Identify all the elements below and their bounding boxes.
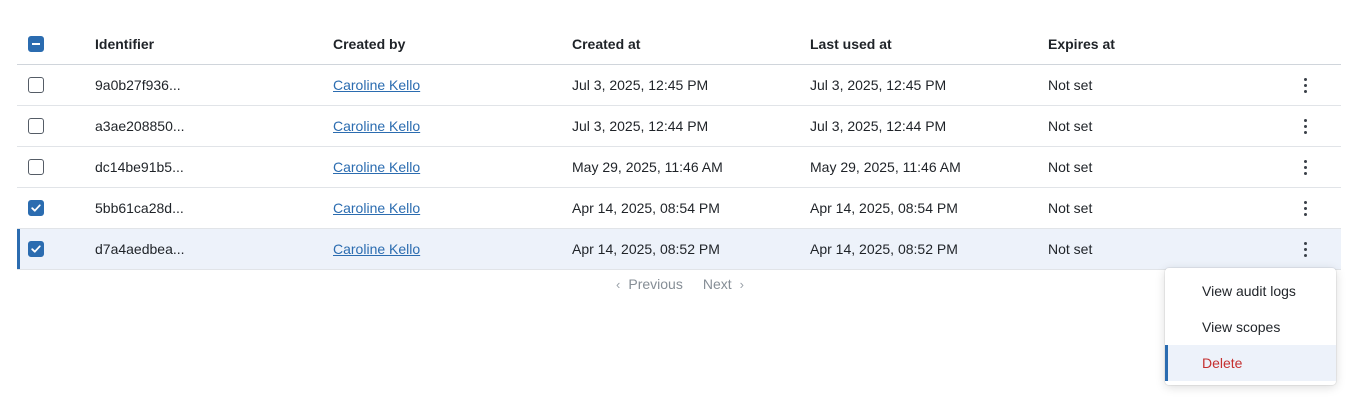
created-by-link[interactable]: Caroline Kello [333,241,420,257]
created-at-cell: Apr 14, 2025, 08:54 PM [572,200,720,216]
created-by-link[interactable]: Caroline Kello [333,159,420,175]
row-checkbox[interactable] [28,118,44,134]
actions-cell [1295,188,1315,228]
identifier-cell: 9a0b27f936... [95,77,181,93]
chevron-left-icon: ‹ [616,276,621,292]
created-at-cell: Jul 3, 2025, 12:45 PM [572,77,709,93]
minus-icon [32,43,40,45]
created-by-link[interactable]: Caroline Kello [333,200,420,216]
header-created-at[interactable]: Created at [572,24,640,64]
header-expires-at[interactable]: Expires at [1048,24,1115,64]
row-checkbox[interactable] [28,159,44,175]
header-created-by[interactable]: Created by [333,24,405,64]
expires-at-cell: Not set [1048,118,1093,134]
previous-page-button[interactable]: ‹ Previous [616,276,683,292]
identifier-cell: dc14be91b5... [95,159,184,175]
row-actions-menu: View audit logs View scopes Delete [1165,268,1336,385]
created-at-cell: May 29, 2025, 11:46 AM [572,159,723,175]
row-checkbox-cell [28,147,44,187]
created-by-cell: Caroline Kello [333,65,420,105]
actions-cell [1295,147,1315,187]
created-by-cell: Caroline Kello [333,106,420,146]
last-used-at-cell: May 29, 2025, 11:46 AM [810,159,961,175]
more-vertical-icon[interactable] [1300,156,1311,179]
table-row[interactable]: dc14be91b5... Caroline Kello May 29, 202… [17,147,1341,188]
identifier-cell: a3ae208850... [95,118,185,134]
checkmark-icon [31,245,41,253]
expires-at-cell: Not set [1048,241,1093,257]
menu-item-view-audit-logs[interactable]: View audit logs [1165,273,1336,309]
created-by-link[interactable]: Caroline Kello [333,118,420,134]
menu-item-delete[interactable]: Delete [1165,345,1336,381]
row-checkbox[interactable] [28,200,44,216]
created-by-cell: Caroline Kello [333,229,420,269]
actions-cell [1295,106,1315,146]
select-all-cell [28,24,44,64]
expires-at-cell: Not set [1048,200,1093,216]
row-checkbox-cell [28,188,44,228]
header-last-used-at[interactable]: Last used at [810,24,892,64]
expires-at-cell: Not set [1048,77,1093,93]
tokens-table: Identifier Created by Created at Last us… [17,24,1341,270]
identifier-cell: 5bb61ca28d... [95,200,184,216]
next-label: Next [702,276,732,292]
select-all-checkbox[interactable] [28,36,44,52]
more-vertical-icon[interactable] [1300,115,1311,138]
identifier-cell: d7a4aedbea... [95,241,185,257]
table-row[interactable]: a3ae208850... Caroline Kello Jul 3, 2025… [17,106,1341,147]
menu-item-view-scopes[interactable]: View scopes [1165,309,1336,345]
row-checkbox[interactable] [28,77,44,93]
row-checkbox-cell [28,106,44,146]
more-vertical-icon[interactable] [1300,197,1311,220]
table-row[interactable]: 5bb61ca28d... Caroline Kello Apr 14, 202… [17,188,1341,229]
pagination: ‹ Previous Next › [0,276,1360,292]
expires-at-cell: Not set [1048,159,1093,175]
next-page-button[interactable]: Next › [703,276,744,292]
chevron-right-icon: › [739,276,744,292]
row-checkbox[interactable] [28,241,44,257]
row-checkbox-cell [28,229,44,269]
header-identifier[interactable]: Identifier [95,24,154,64]
actions-cell [1295,229,1315,269]
more-vertical-icon[interactable] [1300,74,1311,97]
last-used-at-cell: Jul 3, 2025, 12:44 PM [810,118,947,134]
actions-cell [1295,65,1315,105]
last-used-at-cell: Jul 3, 2025, 12:45 PM [810,77,947,93]
table-row[interactable]: d7a4aedbea... Caroline Kello Apr 14, 202… [17,229,1341,270]
created-by-link[interactable]: Caroline Kello [333,77,420,93]
last-used-at-cell: Apr 14, 2025, 08:54 PM [810,200,958,216]
created-at-cell: Apr 14, 2025, 08:52 PM [572,241,720,257]
checkmark-icon [31,204,41,212]
table-row[interactable]: 9a0b27f936... Caroline Kello Jul 3, 2025… [17,65,1341,106]
more-vertical-icon[interactable] [1300,238,1311,261]
last-used-at-cell: Apr 14, 2025, 08:52 PM [810,241,958,257]
previous-label: Previous [628,276,683,292]
table-header-row: Identifier Created by Created at Last us… [17,24,1341,65]
created-by-cell: Caroline Kello [333,188,420,228]
created-by-cell: Caroline Kello [333,147,420,187]
row-checkbox-cell [28,65,44,105]
created-at-cell: Jul 3, 2025, 12:44 PM [572,118,709,134]
